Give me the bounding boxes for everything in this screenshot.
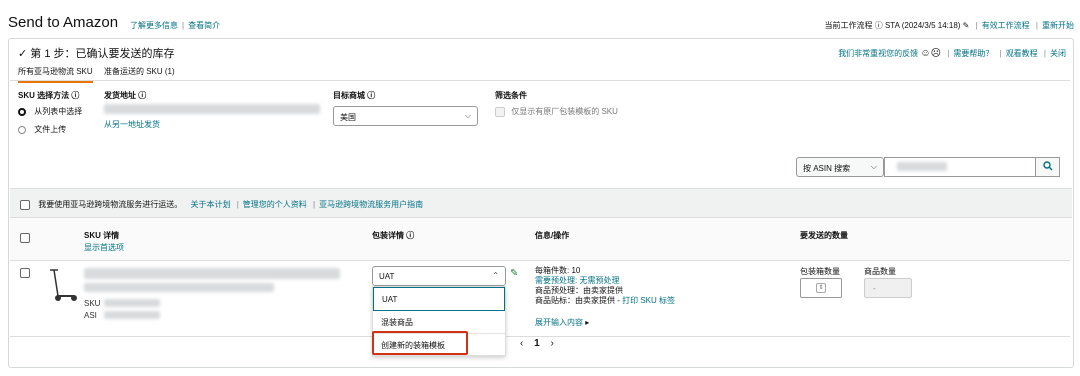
stepper-icon[interactable]: ⇕ xyxy=(816,283,826,293)
program-row: 我要使用亚马逊跨境物流服务进行运送。 关于本计划 | 管理您的个人资料 | 亚马逊跨… xyxy=(20,199,423,210)
units-input: - xyxy=(864,278,912,298)
show-options-link[interactable]: 显示首选项 xyxy=(84,242,124,253)
col-info-header: 信息/操作 xyxy=(535,231,570,240)
radio-empty-icon[interactable] xyxy=(18,125,26,134)
boxes-input[interactable]: ⇕ xyxy=(800,278,842,298)
chevron-down-icon: ⌵ xyxy=(464,111,471,120)
header-divider xyxy=(10,260,1070,261)
next-page-button[interactable]: › xyxy=(550,338,553,349)
asin-value-blurred xyxy=(104,311,160,319)
step-links: 我们非常重视您的反馈 ☺☹ | 需要帮助？ | 观看教程 | 关闭 xyxy=(838,48,1066,59)
tab-ready-skus[interactable]: 准备运送的 SKU (1) xyxy=(104,66,175,77)
header-links: 了解更多信息 | 查看简介 xyxy=(130,21,221,30)
filter-option[interactable]: 仅显示有原厂包装模板的 SKU xyxy=(495,106,618,117)
search-button[interactable] xyxy=(1036,157,1060,177)
manage-profile-link[interactable]: 管理您的个人资料 xyxy=(243,200,307,209)
label-by: 商品贴标：由卖家提供 - xyxy=(535,296,623,305)
method-list-option[interactable]: 从列表中选择 xyxy=(18,106,82,117)
step-title: ✓ 第 1 步：已确认要发送的库存 xyxy=(18,48,175,60)
search-by-select[interactable]: 按 ASIN 搜索 ⌵ xyxy=(796,157,884,177)
sku-value-blurred xyxy=(104,299,160,307)
prep-needed-link[interactable]: 需要预处理: 无需预处理 xyxy=(535,276,675,286)
product-title-blurred xyxy=(84,268,340,279)
prep-by: 商品预处理：由卖家提供 xyxy=(535,286,623,295)
chevron-down-icon: ⌵ xyxy=(870,162,877,171)
program-checkbox[interactable] xyxy=(20,199,30,210)
col-packing-header: 包装详情 ⓘ xyxy=(372,231,415,240)
col-sku-header: SKU 详情 xyxy=(84,231,120,240)
learn-more-link[interactable]: 了解更多信息 xyxy=(130,21,178,30)
info-block: 每箱件数: 10 需要预处理: 无需预处理 商品预处理：由卖家提供 商品贴标：由… xyxy=(535,266,675,306)
row-checkbox[interactable] xyxy=(20,268,30,278)
valid-workflows-link[interactable]: 有效工作流程 xyxy=(982,21,1030,30)
workflow-bar: 当前工作流程 ⓘ STA (2024/3/5 14:18) ✎ | 有效工作流程 … xyxy=(824,21,1074,30)
chevron-up-icon: ⌃ xyxy=(492,271,499,280)
checkbox-icon[interactable] xyxy=(495,106,505,117)
boxes-label: 包装箱数量 xyxy=(800,267,840,276)
search-input[interactable] xyxy=(884,157,1036,177)
ship-from-label: 发货地址 ⓘ xyxy=(104,91,147,100)
method-upload-option[interactable]: 文件上传 xyxy=(18,124,66,135)
select-all-checkbox[interactable] xyxy=(20,233,30,243)
ship-from-other-link[interactable]: 从另一地址发货 xyxy=(104,119,160,130)
tutorial-link[interactable]: 观看教程 xyxy=(1006,49,1038,58)
dropdown-option-uat[interactable]: UAT xyxy=(373,287,505,311)
smile-icon[interactable]: ☺☹ xyxy=(920,48,941,59)
triangle-right-icon: ▸ xyxy=(585,318,590,327)
current-workflow-text: 当前工作流程 ⓘ STA (2024/3/5 14:18) xyxy=(824,21,961,30)
highlight-box xyxy=(372,331,468,355)
marketplace-select[interactable]: 美国 ⌵ xyxy=(333,106,478,126)
page-title: Send to Amazon xyxy=(8,14,119,31)
close-link[interactable]: 关闭 xyxy=(1050,49,1066,58)
feedback-link[interactable]: 我们非常重视您的反馈 xyxy=(838,49,918,58)
help-link[interactable]: 需要帮助？ xyxy=(953,49,993,58)
filter-label: 筛选条件 xyxy=(495,91,527,100)
radio-selected-icon[interactable] xyxy=(18,107,26,116)
product-title-blurred-2 xyxy=(84,283,274,292)
units-label: 商品数量 xyxy=(864,267,896,276)
new-start-link[interactable]: 重新开始 xyxy=(1042,21,1074,30)
program-text: 我要使用亚马逊跨境物流服务进行运送。 xyxy=(38,200,183,209)
edit-pencil-icon[interactable]: ✎ xyxy=(510,268,518,279)
address-blurred xyxy=(104,104,320,114)
guide-link[interactable]: 亚马逊跨境物流服务用户指南 xyxy=(319,200,423,209)
view-summary-link[interactable]: 查看简介 xyxy=(188,21,220,30)
tabs-divider xyxy=(10,80,1070,81)
scooter-image xyxy=(50,269,77,301)
expand-input-link[interactable]: 展开输入内容 ▸ xyxy=(535,317,589,328)
about-program-link[interactable]: 关于本计划 xyxy=(190,200,230,209)
asin-label: ASI xyxy=(84,311,97,320)
edit-pencil-icon[interactable]: ✎ xyxy=(963,21,970,30)
col-qty-header: 要发送的数量 xyxy=(800,231,848,240)
print-label-link[interactable]: 打印 SKU 标签 xyxy=(622,296,675,305)
pagination: ‹ 1 › xyxy=(520,338,554,349)
row-divider xyxy=(10,336,1070,337)
search-icon xyxy=(1042,161,1052,171)
sku-label: SKU xyxy=(84,299,101,308)
sku-method-label: SKU 选择方法 ⓘ xyxy=(18,91,80,100)
prev-page-button[interactable]: ‹ xyxy=(520,338,523,349)
current-page[interactable]: 1 xyxy=(534,338,540,349)
marketplace-label: 目标商城 ⓘ xyxy=(333,91,376,100)
units-per-box: 每箱件数: 10 xyxy=(535,266,581,275)
search-input-blurred xyxy=(897,162,947,171)
packing-select[interactable]: UAT ⌃ xyxy=(372,266,506,286)
